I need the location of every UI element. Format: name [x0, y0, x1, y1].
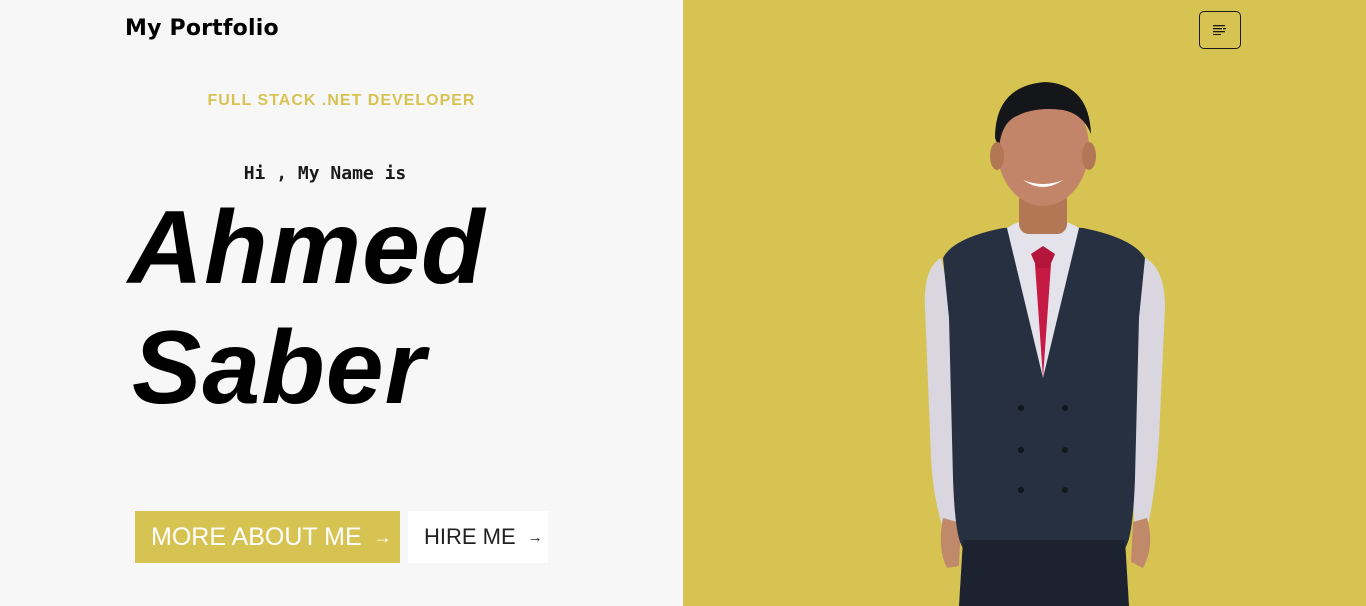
menu-toggle-button[interactable] — [1199, 11, 1241, 49]
arrow-right-icon: → — [373, 526, 392, 547]
more-about-me-button[interactable]: MORE ABOUT ME → — [135, 511, 400, 563]
hire-me-label: HIRE ME — [424, 524, 516, 549]
brand-title[interactable]: My Portfolio — [125, 16, 279, 41]
greeting-text: Hi , My Name is — [243, 163, 407, 184]
menu-lines-icon — [1213, 25, 1226, 35]
more-about-me-label: MORE ABOUT ME — [151, 522, 362, 551]
hero-left-panel: My Portfolio FULL STACK .NET DEVELOPER H… — [0, 0, 683, 606]
role-subtitle: FULL STACK .NET DEVELOPER — [207, 92, 476, 109]
hero-right-panel — [683, 0, 1366, 606]
arrow-right-icon: → — [527, 528, 543, 546]
hire-me-button[interactable]: HIRE ME → — [408, 511, 548, 563]
profile-photo — [924, 82, 1165, 606]
first-name-heading: Ahmed — [128, 190, 486, 306]
last-name-heading: Saber — [132, 310, 427, 426]
